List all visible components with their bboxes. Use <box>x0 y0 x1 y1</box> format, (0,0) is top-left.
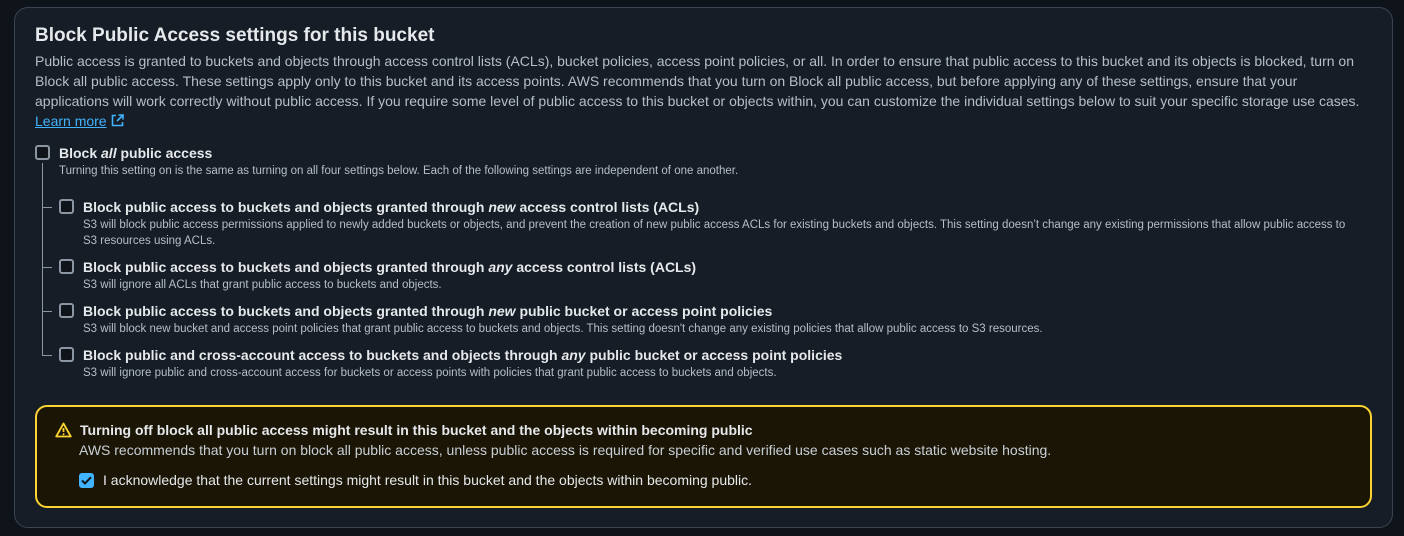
tree-branch-line <box>42 267 52 268</box>
external-link-icon <box>111 114 124 127</box>
option-new-acls[interactable]: Block public access to buckets and objec… <box>35 199 1372 249</box>
option-new-policies-checkbox[interactable] <box>59 303 74 318</box>
option-any-acls[interactable]: Block public access to buckets and objec… <box>35 259 1372 293</box>
tree-branch-line <box>42 207 52 208</box>
option-label: Block public access to buckets and objec… <box>83 199 700 215</box>
option-any-policies[interactable]: Block public and cross-account access to… <box>35 347 1372 381</box>
block-all-option[interactable]: Block all public access Turning this set… <box>35 145 1372 179</box>
option-description: S3 will block new bucket and access poin… <box>83 323 1043 335</box>
section-title: Block Public Access settings for this bu… <box>35 25 435 46</box>
block-public-access-panel: Block Public Access settings for this bu… <box>14 7 1393 528</box>
option-description: S3 will ignore public and cross-account … <box>83 367 777 379</box>
learn-more-link[interactable]: Learn more <box>35 113 124 129</box>
warning-triangle-icon <box>55 422 72 438</box>
section-description-text: Public access is granted to buckets and … <box>35 53 1360 109</box>
block-all-checkbox[interactable] <box>35 145 50 160</box>
tree-branch-line <box>42 311 52 312</box>
learn-more-label: Learn more <box>35 113 107 129</box>
option-label: Block public and cross-account access to… <box>83 347 843 363</box>
option-any-acls-checkbox[interactable] <box>59 259 74 274</box>
acknowledge-option[interactable]: I acknowledge that the current settings … <box>79 471 1352 489</box>
section-description: Public access is granted to buckets and … <box>35 51 1370 131</box>
option-label: Block public access to buckets and objec… <box>83 259 697 275</box>
warning-title: Turning off block all public access migh… <box>80 422 753 438</box>
option-description: S3 will ignore all ACLs that grant publi… <box>83 279 442 291</box>
warning-body: AWS recommends that you turn on block al… <box>79 442 1052 458</box>
option-new-acls-checkbox[interactable] <box>59 199 74 214</box>
acknowledge-label: I acknowledge that the current settings … <box>103 472 753 488</box>
checkmark-icon <box>81 476 92 485</box>
option-label: Block public access to buckets and objec… <box>83 303 773 319</box>
block-all-label: Block all public access <box>59 145 213 161</box>
option-description: S3 will block public access permissions … <box>83 219 1346 247</box>
acknowledge-checkbox[interactable] <box>79 472 94 488</box>
public-access-warning-alert: Turning off block all public access migh… <box>35 405 1372 508</box>
option-any-policies-checkbox[interactable] <box>59 347 74 362</box>
tree-branch-line <box>42 355 52 356</box>
block-all-description: Turning this setting on is the same as t… <box>59 165 739 177</box>
option-new-policies[interactable]: Block public access to buckets and objec… <box>35 303 1372 337</box>
block-settings-tree: Block all public access Turning this set… <box>35 145 1372 381</box>
